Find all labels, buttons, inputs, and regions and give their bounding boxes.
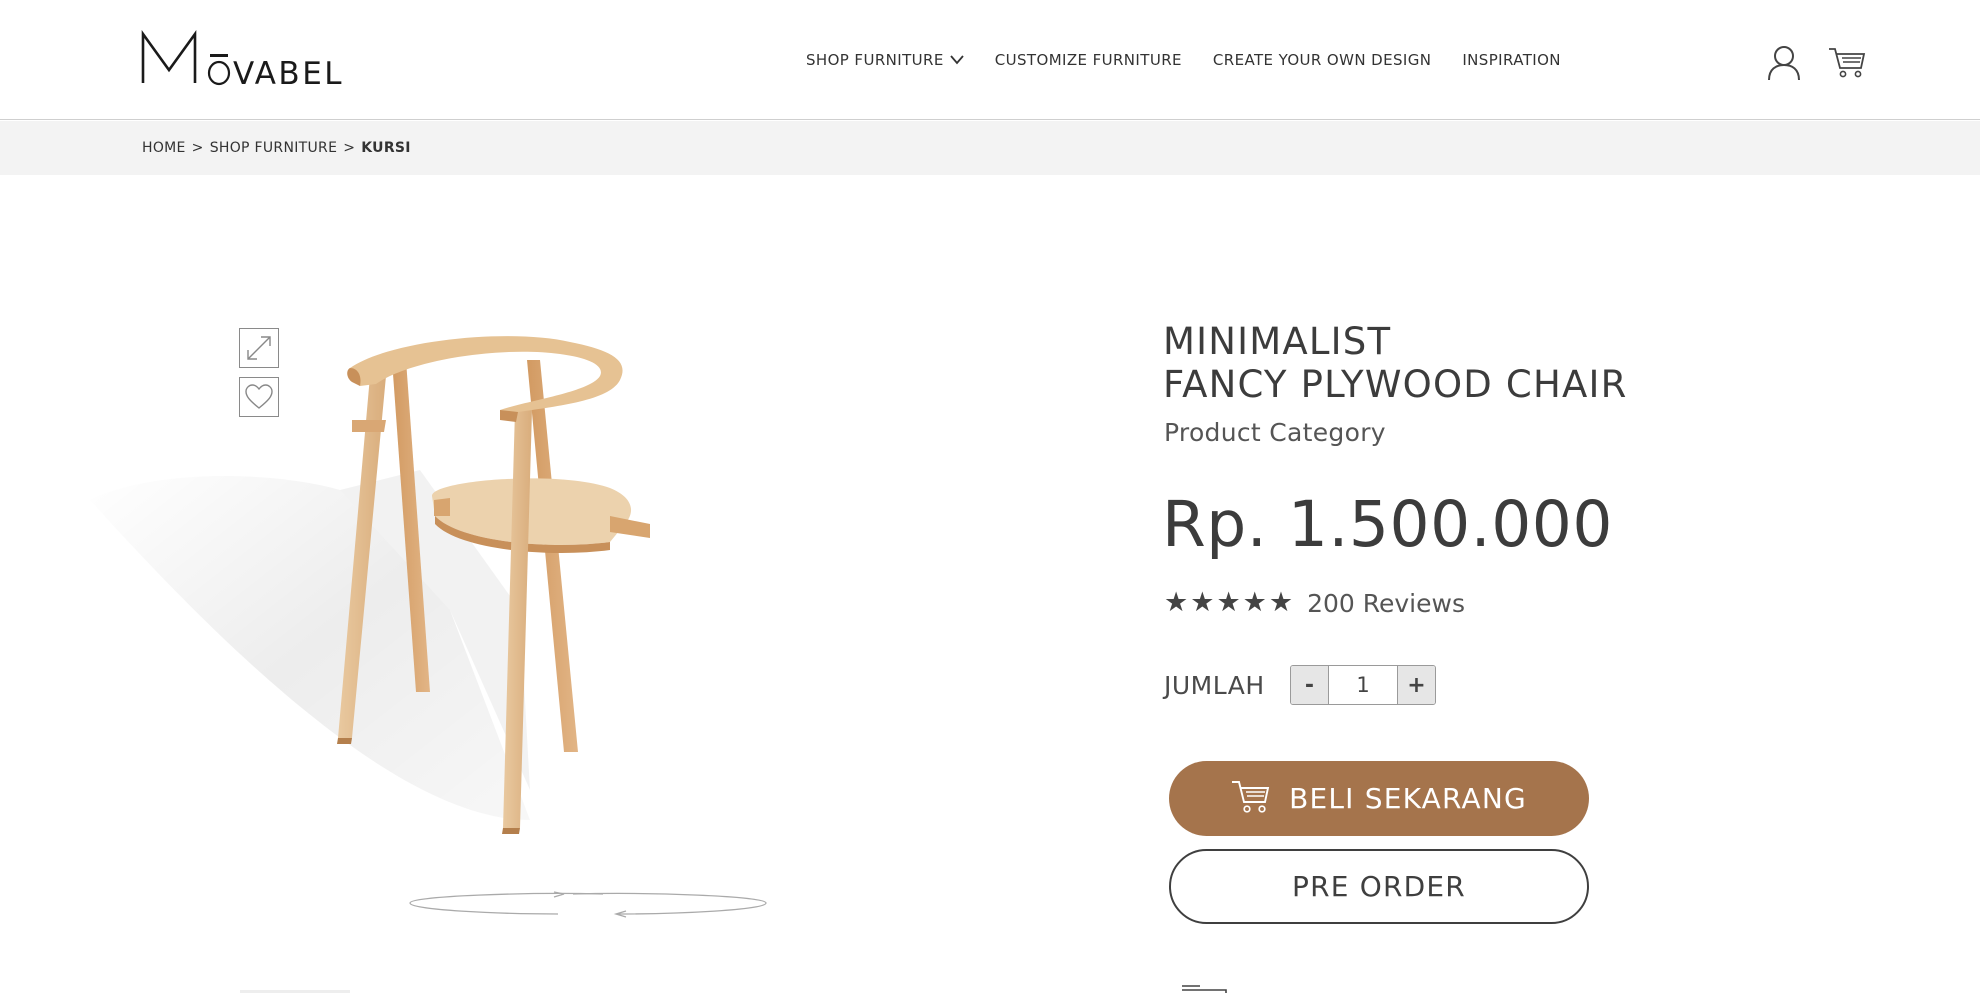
quantity-increase-button[interactable]: + bbox=[1397, 666, 1435, 704]
star-icon: ★ bbox=[1268, 587, 1294, 618]
user-icon[interactable] bbox=[1766, 45, 1802, 81]
star-icon: ★ bbox=[1190, 587, 1215, 618]
product-category[interactable]: Product Category bbox=[1164, 418, 1386, 447]
main-nav: SHOP FURNITURE CUSTOMIZE FURNITURE CREAT… bbox=[806, 0, 1561, 120]
buy-now-button[interactable]: BELI SEKARANG bbox=[1169, 761, 1589, 836]
star-icon: ★ bbox=[1242, 587, 1267, 618]
breadcrumb: HOME > SHOP FURNITURE > KURSI bbox=[142, 121, 411, 175]
breadcrumb-current: KURSI bbox=[361, 140, 411, 156]
nav-customize-furniture[interactable]: CUSTOMIZE FURNITURE bbox=[995, 51, 1182, 69]
quantity-label: JUMLAH bbox=[1164, 671, 1265, 700]
breadcrumb-home[interactable]: HOME bbox=[142, 140, 186, 156]
product-rating: ★ ★ ★ ★ ★ 200 Reviews bbox=[1164, 588, 1465, 618]
site-header: VABEL SHOP FURNITURE CUSTOMIZE FURNITURE… bbox=[0, 0, 1980, 120]
breadcrumb-separator: > bbox=[191, 140, 204, 156]
nav-shop-furniture[interactable]: SHOP FURNITURE bbox=[806, 51, 964, 69]
nav-create-design[interactable]: CREATE YOUR OWN DESIGN bbox=[1213, 51, 1431, 69]
product-title-line1: MINIMALIST bbox=[1163, 320, 1392, 363]
product-price: Rp. 1.500.000 bbox=[1162, 488, 1613, 561]
star-icon: ★ bbox=[1164, 587, 1189, 618]
quantity-decrease-button[interactable]: - bbox=[1291, 666, 1329, 704]
breadcrumb-separator: > bbox=[343, 140, 356, 156]
nav-inspiration-label: INSPIRATION bbox=[1462, 51, 1561, 69]
nav-create-design-label: CREATE YOUR OWN DESIGN bbox=[1212, 51, 1432, 69]
pre-order-button[interactable]: PRE ORDER bbox=[1169, 849, 1589, 924]
document-icon bbox=[1180, 980, 1230, 993]
nav-inspiration[interactable]: INSPIRATION bbox=[1462, 51, 1561, 69]
buy-now-label: BELI SEKARANG bbox=[1289, 782, 1527, 815]
cart-icon[interactable] bbox=[1828, 46, 1866, 80]
breadcrumb-shop-furniture[interactable]: SHOP FURNITURE bbox=[210, 140, 338, 156]
quantity-stepper: - + bbox=[1290, 665, 1436, 705]
product-image bbox=[90, 320, 810, 840]
pre-order-label: PRE ORDER bbox=[1292, 870, 1466, 903]
product-title-line2: FANCY PLYWOOD CHAIR bbox=[1163, 363, 1628, 406]
chevron-down-icon bbox=[950, 55, 964, 65]
brand-logo[interactable]: VABEL bbox=[141, 29, 351, 92]
product-title: MINIMALIST FANCY PLYWOOD CHAIR bbox=[1163, 320, 1628, 406]
reviews-link[interactable]: 200 Reviews bbox=[1307, 589, 1465, 618]
cart-icon bbox=[1231, 779, 1271, 818]
breadcrumb-bar: HOME > SHOP FURNITURE > KURSI bbox=[0, 121, 1980, 175]
nav-shop-furniture-label: SHOP FURNITURE bbox=[806, 51, 944, 69]
rating-stars: ★ ★ ★ ★ ★ bbox=[1164, 588, 1293, 618]
nav-customize-furniture-label: CUSTOMIZE FURNITURE bbox=[994, 51, 1182, 69]
star-icon: ★ bbox=[1216, 587, 1241, 618]
quantity-input[interactable] bbox=[1329, 666, 1397, 704]
svg-text:VABEL: VABEL bbox=[233, 56, 344, 86]
rotate-360-icon[interactable] bbox=[408, 886, 768, 920]
